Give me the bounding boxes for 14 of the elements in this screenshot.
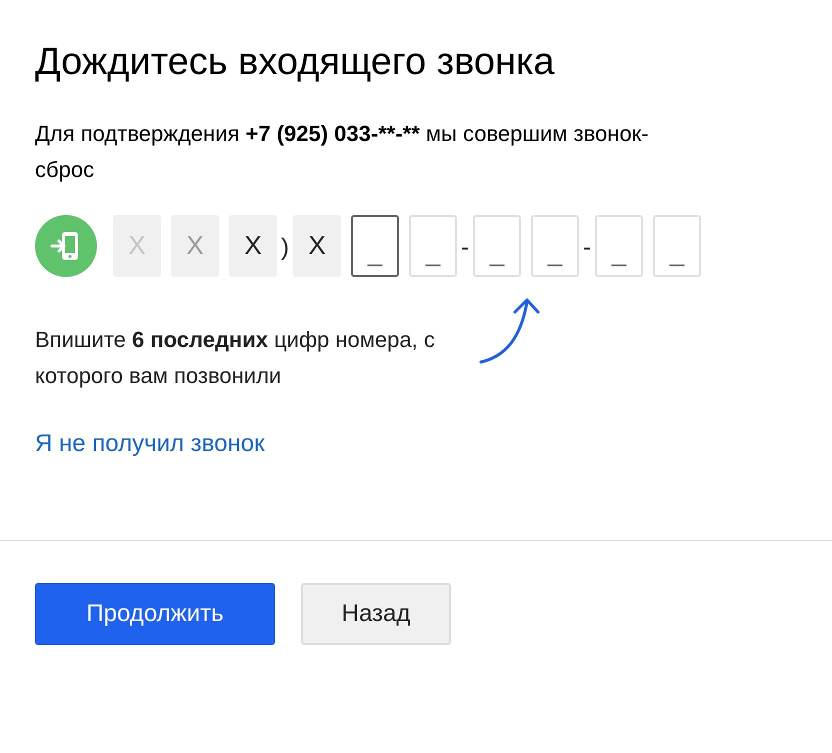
hint-text: Впишите 6 последних цифр номера, с которого вам позвонили <box>35 326 436 390</box>
separator: - <box>461 232 469 262</box>
digit-field[interactable]: _ <box>351 214 399 277</box>
continue-button[interactable]: Продолжить <box>35 582 275 645</box>
back-button[interactable]: Назад <box>301 582 451 645</box>
separator: ) <box>281 232 289 262</box>
no-call-link[interactable]: Я не получил звонок <box>35 430 265 458</box>
phone-login-icon <box>35 214 97 277</box>
masked-digit: X <box>293 214 341 277</box>
separator: - <box>583 232 591 262</box>
masked-digit: X <box>171 214 219 277</box>
dialog-title: Дождитесь входящего звонка <box>35 40 556 85</box>
masked-digit: X <box>229 214 277 277</box>
intro-text: Для подтверждения +7 (925) 033-**-** мы совершим звонок-сброс <box>35 120 650 184</box>
